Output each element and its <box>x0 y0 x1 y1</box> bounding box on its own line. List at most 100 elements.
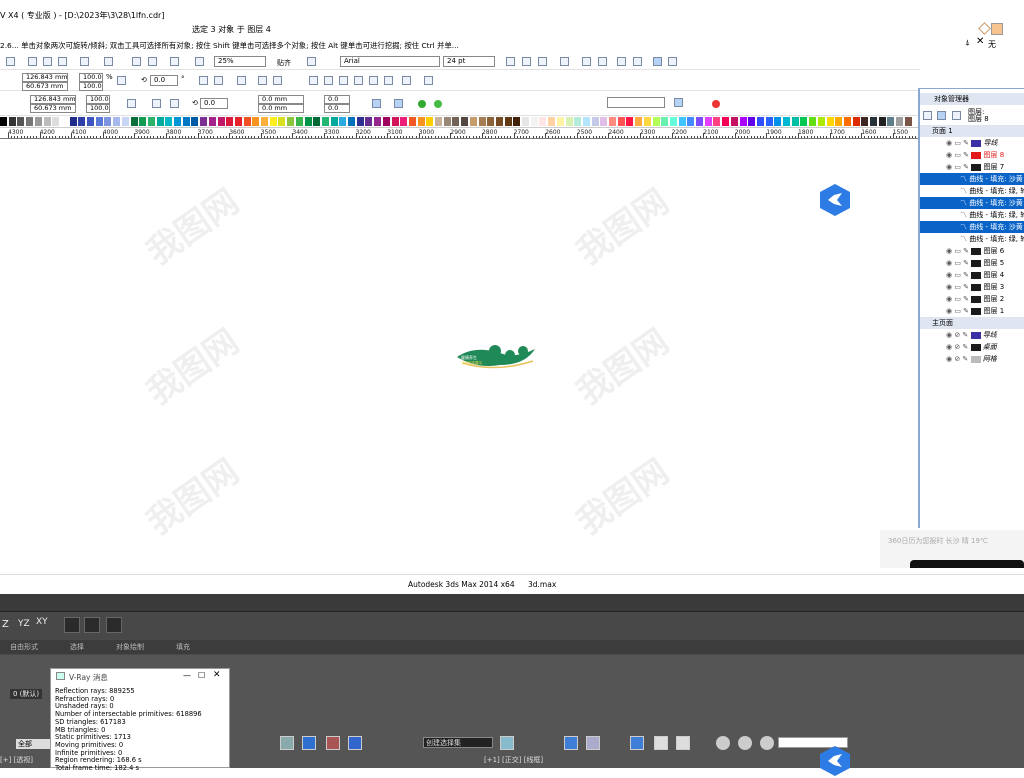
object-width-field[interactable]: 126.843 mm <box>30 95 76 104</box>
palette-swatch[interactable] <box>95 117 104 126</box>
palette-swatch[interactable] <box>426 117 435 126</box>
mirror-icon[interactable] <box>500 736 514 750</box>
snap-to-menu[interactable]: 贴齐 <box>277 58 291 68</box>
palette-swatch[interactable] <box>609 117 617 126</box>
bold-icon[interactable] <box>506 57 515 66</box>
palette-swatch[interactable] <box>339 117 348 126</box>
max-ribbon-tab[interactable]: 对象绘制 <box>116 642 144 652</box>
selected-artwork[interactable]: 健康养生 文化宣传展示 <box>455 335 539 375</box>
vertical-text-icon[interactable] <box>668 57 677 66</box>
layer-row[interactable]: ◉ ▭ ✎ 图层 6 <box>920 245 1024 257</box>
align-distribute-icon[interactable] <box>424 76 433 85</box>
angle-snap-icon[interactable] <box>326 736 340 750</box>
palette-swatch[interactable] <box>435 117 443 126</box>
palette-swatch[interactable] <box>43 117 52 126</box>
palette-swatch[interactable] <box>817 117 826 126</box>
material-editor-icon[interactable] <box>630 736 644 750</box>
print-icon[interactable] <box>6 57 15 66</box>
palette-swatch[interactable] <box>643 117 652 126</box>
zoom-level-select[interactable]: 25% <box>214 56 266 67</box>
object-row[interactable]: 〽 曲线 - 填充: 沙黄 <box>920 221 1024 233</box>
palette-swatch[interactable] <box>130 117 139 126</box>
palette-swatch[interactable] <box>617 117 626 126</box>
percent-snap-icon[interactable] <box>348 736 362 750</box>
palette-swatch[interactable] <box>104 117 113 126</box>
layer-row[interactable]: ◉ ▭ ✎ 图层 3 <box>920 281 1024 293</box>
palette-swatch[interactable] <box>200 117 209 126</box>
palette-swatch[interactable] <box>52 117 61 126</box>
layer-row[interactable]: ◉ ▭ ✎ 图层 1 <box>920 305 1024 317</box>
transform-relative-icon[interactable] <box>394 99 403 108</box>
align-center-icon[interactable] <box>170 99 179 108</box>
application-launcher-icon[interactable] <box>195 57 204 66</box>
rotation-2-field[interactable]: 0.0 <box>200 98 228 109</box>
publish-pdf-icon[interactable] <box>170 57 179 66</box>
align-icon[interactable] <box>84 617 100 633</box>
palette-swatch[interactable] <box>400 117 409 126</box>
position-x-field[interactable]: 0.0 mm <box>258 95 304 104</box>
bottom-bird-icon[interactable] <box>820 746 850 776</box>
bullet-list-icon[interactable] <box>582 57 591 66</box>
vray-messages-window[interactable]: V-Ray 消息 — ☐ ✕ Reflection rays: 889255 Re… <box>50 668 230 772</box>
palette-swatch[interactable] <box>165 117 174 126</box>
palette-swatch[interactable] <box>635 117 644 126</box>
palette-swatch[interactable] <box>574 117 583 126</box>
palette-swatch[interactable] <box>17 117 26 126</box>
palette-swatch[interactable] <box>330 117 339 126</box>
back-minus-front-icon[interactable] <box>384 76 393 85</box>
palette-swatch[interactable] <box>321 117 330 126</box>
all-filter-select[interactable]: 全部 <box>16 739 50 749</box>
object-x-field[interactable]: 126.843 mm <box>22 73 68 82</box>
palette-swatch[interactable] <box>539 117 548 126</box>
object-row[interactable]: 〽 曲线 - 填充: 绿, 轮 <box>920 233 1024 245</box>
axis-yz-button[interactable]: YZ <box>18 619 30 629</box>
palette-swatch[interactable] <box>495 117 504 126</box>
palette-swatch[interactable] <box>417 117 426 126</box>
object-row[interactable]: 〽 曲线 - 填充: 绿, 轮 <box>920 185 1024 197</box>
axis-z-button[interactable]: Z <box>2 619 9 630</box>
palette-swatch[interactable] <box>208 117 217 126</box>
palette-swatch[interactable] <box>513 117 522 126</box>
object-row[interactable]: 〽 曲线 - 填充: 沙黄 <box>920 197 1024 209</box>
color-ball-icon[interactable] <box>434 100 442 108</box>
angle-b-field[interactable]: 0.0 <box>324 104 350 113</box>
palette-swatch[interactable] <box>278 117 287 126</box>
palette-swatch[interactable] <box>313 117 322 126</box>
simplify-icon[interactable] <box>354 76 363 85</box>
curve-editor-icon[interactable] <box>586 736 600 750</box>
palette-swatch[interactable] <box>826 117 835 126</box>
palette-swatch[interactable] <box>704 117 713 126</box>
intersect-icon[interactable] <box>339 76 348 85</box>
palette-swatch[interactable] <box>548 117 557 126</box>
object-row[interactable]: 〽 曲线 - 填充: 沙黄 <box>920 173 1024 185</box>
front-minus-back-icon[interactable] <box>369 76 378 85</box>
palette-swatch[interactable] <box>147 117 156 126</box>
drawing-canvas[interactable]: 我图网 我图网 我图网 我图网 我图网 我图网 健康养生 文化宣传展示 <box>0 140 918 570</box>
palette-swatch[interactable] <box>156 117 165 126</box>
render-setup-icon[interactable] <box>654 736 668 750</box>
palette-swatch[interactable] <box>582 117 591 126</box>
palette-swatch[interactable] <box>0 117 8 126</box>
show-page-icon[interactable] <box>937 111 946 120</box>
fill-color-swatch[interactable] <box>991 23 1003 35</box>
palette-swatch[interactable] <box>269 117 278 126</box>
palette-swatch[interactable] <box>904 117 913 126</box>
layer-dropdown[interactable]: 0 (默认) <box>10 689 43 699</box>
palette-swatch[interactable] <box>469 117 478 126</box>
max-ribbon-tab[interactable]: 选择 <box>70 642 84 652</box>
mirror-v-icon[interactable] <box>214 76 223 85</box>
italic-icon[interactable] <box>522 57 531 66</box>
rotation-field[interactable]: 0.0 <box>150 75 178 86</box>
palette-swatch[interactable] <box>661 117 670 126</box>
palette-swatch[interactable] <box>408 117 417 126</box>
palette-swatch[interactable] <box>374 117 383 126</box>
render-teapot-2-icon[interactable] <box>738 736 752 750</box>
color-palette[interactable] <box>0 117 918 127</box>
palette-swatch[interactable] <box>487 117 496 126</box>
palette-swatch[interactable] <box>365 117 374 126</box>
palette-swatch[interactable] <box>182 117 191 126</box>
trim-icon[interactable] <box>324 76 333 85</box>
weld-icon[interactable] <box>309 76 318 85</box>
palette-swatch[interactable] <box>478 117 487 126</box>
envelope-icon[interactable] <box>418 100 426 108</box>
